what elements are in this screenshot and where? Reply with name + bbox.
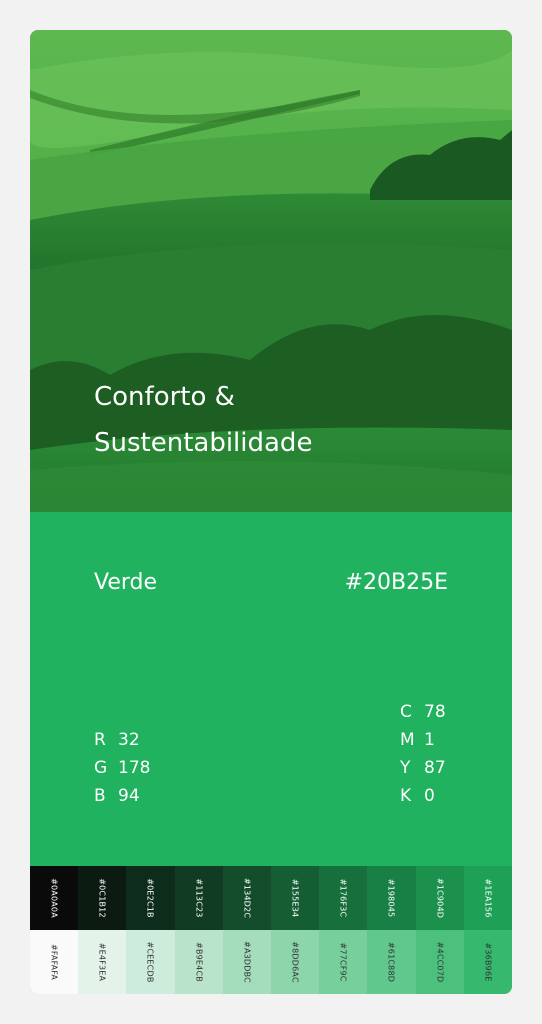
hero-title-line1: Conforto &	[94, 382, 235, 412]
cmyk-value: 78	[424, 702, 446, 722]
tint-swatch-label: #A3DDBC	[242, 941, 252, 983]
rgb-label: R	[94, 730, 106, 750]
shade-swatch[interactable]: #134D2C	[222, 866, 271, 930]
tints-row: #FAFAFA #E4F3EA #CEECDB #B9E4CB #A3DDBC #8DD6…	[30, 930, 512, 994]
hero-title: Conforto & Sustentabilidade	[94, 374, 312, 466]
tint-swatch[interactable]: #E4F3EA	[78, 930, 127, 994]
tint-swatch-label: #77CF9C	[338, 942, 348, 982]
cmyk-value: 0	[424, 786, 435, 806]
shade-swatch[interactable]: #0C1B12	[78, 866, 127, 930]
hero-title-line2: Sustentabilidade	[94, 428, 313, 458]
shade-swatch-label: #113C23	[194, 878, 204, 918]
cmyk-label: M	[400, 730, 415, 750]
color-info-panel: Verde #20B25E R 32 G 178 B 94 C 78 M1 Y 87 K0	[30, 512, 512, 866]
shade-swatch[interactable]: #0E2C1B	[126, 866, 175, 930]
shade-swatch-label: #155E34	[290, 878, 300, 918]
shade-swatch-label: #1EA156	[483, 878, 493, 918]
rgb-label: G	[94, 758, 108, 778]
cmyk-row-c: C 78	[400, 698, 446, 726]
rgb-value: 32	[118, 730, 140, 750]
shade-swatch-label: #1C904D	[435, 877, 445, 919]
shade-swatch[interactable]: #113C23	[174, 866, 223, 930]
tint-swatch-label: #4CC07D	[435, 941, 445, 983]
hero-image: Conforto & Sustentabilidade	[30, 30, 512, 512]
shade-swatch[interactable]: #155E34	[270, 866, 320, 930]
tint-swatch[interactable]: #A3DDBC	[222, 930, 271, 994]
shade-swatch-label: #134D2C	[242, 877, 252, 919]
tint-swatch-label: #E4F3EA	[97, 942, 107, 982]
cmyk-row-y: Y 87	[400, 754, 446, 782]
cmyk-label: K	[400, 786, 412, 806]
rgb-value: 178	[118, 758, 151, 778]
color-name: Verde	[94, 570, 158, 595]
shade-swatch-label: #0C1B12	[97, 878, 107, 918]
cmyk-value: 1	[424, 730, 435, 750]
tint-swatch[interactable]: #61C88D	[367, 930, 416, 994]
rgb-label: B	[94, 786, 106, 806]
rgb-values: R 32 G 178 B 94	[94, 726, 150, 810]
shade-swatch-label: #0E2C1B	[145, 878, 155, 918]
shades-row: #0A0A0A #0C1B12 #0E2C1B #113C23 #134D2C #155E…	[30, 866, 512, 930]
rgb-row-r: R 32	[94, 726, 150, 754]
shade-swatch-label: #0A0A0A	[49, 878, 59, 918]
tint-swatch-label: #FAFAFA	[49, 943, 59, 981]
cmyk-value: 87	[424, 758, 446, 778]
color-card: Conforto & Sustentabilidade Verde #20B25…	[30, 30, 512, 994]
tint-swatch[interactable]: #36B96E	[463, 930, 512, 994]
tint-swatch-label: #8DD6AC	[290, 941, 300, 983]
tint-swatch-label: #61C88D	[386, 941, 396, 983]
rgb-value: 94	[118, 786, 140, 806]
cmyk-label: Y	[400, 758, 411, 778]
cmyk-values: C 78 M1 Y 87 K0	[400, 698, 446, 810]
shade-swatch[interactable]: #176F3C	[319, 866, 368, 930]
shade-swatch[interactable]: #0A0A0A	[30, 866, 79, 930]
tint-swatch[interactable]: #FAFAFA	[30, 930, 79, 994]
tint-swatch[interactable]: #4CC07D	[415, 930, 464, 994]
tint-swatch[interactable]: #B9E4CB	[174, 930, 223, 994]
tint-swatch-label: #CEECDB	[145, 941, 155, 983]
tint-swatch[interactable]: #77CF9C	[319, 930, 368, 994]
rgb-row-g: G 178	[94, 754, 150, 782]
cmyk-row-m: M1	[400, 726, 446, 754]
tint-swatch[interactable]: #CEECDB	[126, 930, 175, 994]
shade-swatch-label: #198045	[386, 878, 396, 918]
rgb-row-b: B 94	[94, 782, 150, 810]
swatch-palette: #0A0A0A #0C1B12 #0E2C1B #113C23 #134D2C #155E…	[30, 866, 512, 994]
shade-swatch[interactable]: #1C904D	[415, 866, 464, 930]
tint-swatch[interactable]: #8DD6AC	[270, 930, 320, 994]
shade-swatch[interactable]: #1EA156	[463, 866, 512, 930]
color-hex-code: #20B25E	[344, 570, 448, 595]
shade-swatch[interactable]: #198045	[367, 866, 416, 930]
tint-swatch-label: #B9E4CB	[194, 942, 204, 982]
tint-swatch-label: #36B96E	[483, 942, 493, 982]
shade-swatch-label: #176F3C	[338, 878, 348, 918]
cmyk-label: C	[400, 702, 412, 722]
cmyk-row-k: K0	[400, 782, 446, 810]
